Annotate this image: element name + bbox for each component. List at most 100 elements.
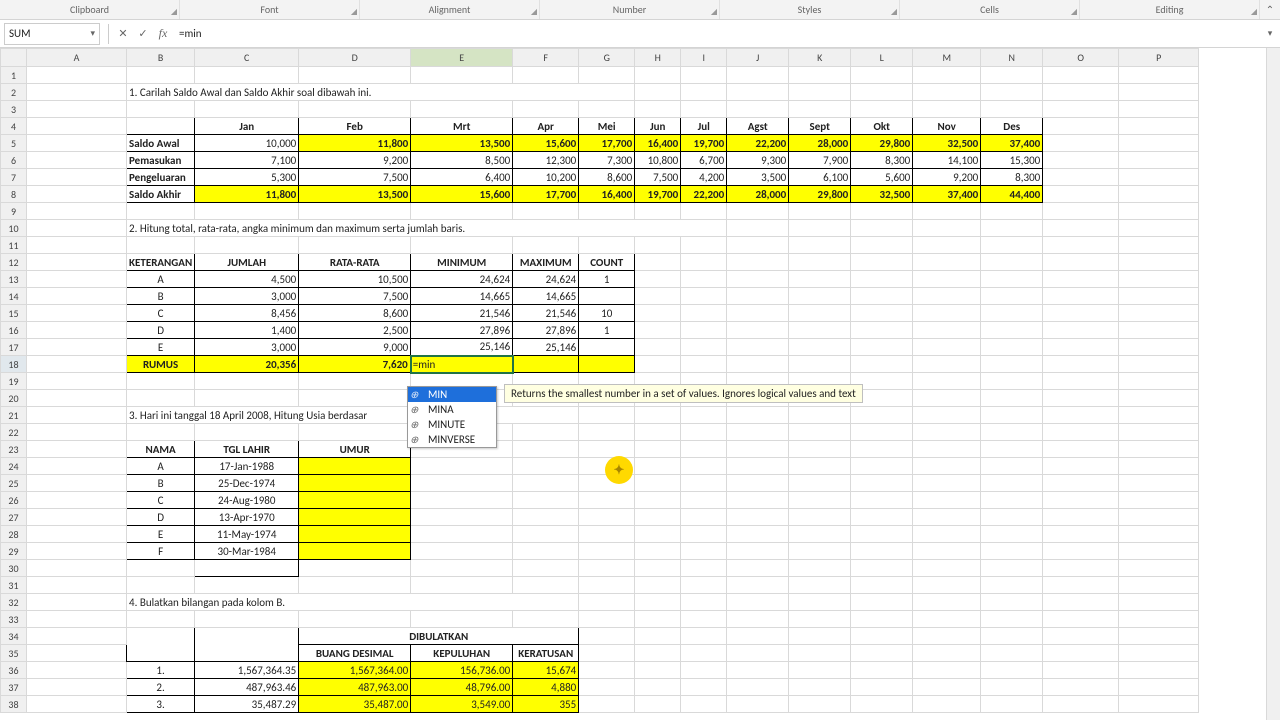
cell-J9[interactable] (727, 203, 789, 220)
cell-C31[interactable] (195, 577, 299, 594)
cell-N2[interactable] (981, 84, 1043, 101)
cell-K26[interactable] (789, 492, 851, 509)
cell-D34[interactable]: DIBULATKAN (299, 628, 579, 645)
worksheet-grid[interactable]: ABCDEFGHIJKLMNOP121. Carilah Saldo Awal … (0, 48, 1280, 720)
row-header[interactable]: 11 (1, 237, 27, 254)
cell-M33[interactable] (913, 611, 981, 628)
cell-L16[interactable] (851, 322, 913, 339)
cell-F23[interactable] (513, 441, 579, 458)
column-header-C[interactable]: C (195, 49, 299, 67)
cell-F35[interactable]: KERATUSAN (513, 645, 579, 662)
row-header[interactable]: 9 (1, 203, 27, 220)
autocomplete-item[interactable]: ⊕MINVERSE (408, 432, 496, 447)
cell-P2[interactable] (1119, 84, 1199, 101)
cell-P36[interactable] (1119, 662, 1199, 679)
cell-E14[interactable]: 14,665 (411, 288, 513, 305)
cell-M21[interactable] (913, 407, 981, 424)
cell-D15[interactable]: 8,600 (299, 305, 411, 322)
cell-M27[interactable] (913, 509, 981, 526)
cell-G34[interactable] (579, 628, 635, 645)
cell-L23[interactable] (851, 441, 913, 458)
cell-L11[interactable] (851, 237, 913, 254)
cell-K23[interactable] (789, 441, 851, 458)
cell-A28[interactable] (27, 526, 127, 543)
cell-N32[interactable] (981, 594, 1043, 611)
cell-N3[interactable] (981, 101, 1043, 118)
cell-G35[interactable] (579, 645, 635, 662)
cell-O31[interactable] (1043, 577, 1119, 594)
cell-H37[interactable] (635, 679, 681, 696)
cell-P7[interactable] (1119, 169, 1199, 186)
cell-A8[interactable] (27, 186, 127, 203)
cell-D5[interactable]: 11,800 (299, 135, 411, 152)
cell-K31[interactable] (789, 577, 851, 594)
cell-A10[interactable] (27, 220, 127, 237)
cell-M25[interactable] (913, 475, 981, 492)
cell-J10[interactable] (727, 220, 789, 237)
cell-P37[interactable] (1119, 679, 1199, 696)
cell-J23[interactable] (727, 441, 789, 458)
cell-H11[interactable] (635, 237, 681, 254)
cell-J37[interactable] (727, 679, 789, 696)
cell-G8[interactable]: 16,400 (579, 186, 635, 203)
cell-K29[interactable] (789, 543, 851, 560)
cell-M34[interactable] (913, 628, 981, 645)
autocomplete-item[interactable]: ⊕MINUTE (408, 417, 496, 432)
row-header[interactable]: 5 (1, 135, 27, 152)
cell-N7[interactable]: 8,300 (981, 169, 1043, 186)
cell-F9[interactable] (513, 203, 579, 220)
cell-J8[interactable]: 28,000 (727, 186, 789, 203)
cell-L6[interactable]: 8,300 (851, 152, 913, 169)
cell-K2[interactable] (789, 84, 851, 101)
cell-B21[interactable]: 3. Hari ini tanggal 18 April 2008, Hitun… (127, 407, 579, 424)
cell-F37[interactable]: 4,880 (513, 679, 579, 696)
cell-B20[interactable] (127, 390, 195, 407)
cell-P24[interactable] (1119, 458, 1199, 475)
cell-G3[interactable] (579, 101, 635, 118)
dialog-launcher-icon[interactable]: ◢ (1071, 7, 1077, 17)
formula-autocomplete[interactable]: ⊕MIN⊕MINA⊕MINUTE⊕MINVERSE (407, 386, 497, 448)
cell-F24[interactable] (513, 458, 579, 475)
cell-D31[interactable] (299, 577, 411, 594)
cell-P4[interactable] (1119, 118, 1199, 135)
cell-E17[interactable]: 25,146 (411, 339, 513, 356)
cell-B29[interactable]: F (127, 543, 195, 560)
cell-H23[interactable] (635, 441, 681, 458)
row-header[interactable]: 34 (1, 628, 27, 645)
cell-I26[interactable] (681, 492, 727, 509)
cell-A7[interactable] (27, 169, 127, 186)
cell-M3[interactable] (913, 101, 981, 118)
cell-A16[interactable] (27, 322, 127, 339)
cell-O9[interactable] (1043, 203, 1119, 220)
cell-O6[interactable] (1043, 152, 1119, 169)
cell-D6[interactable]: 9,200 (299, 152, 411, 169)
cell-F33[interactable] (513, 611, 579, 628)
row-header[interactable]: 14 (1, 288, 27, 305)
cell-P30[interactable] (1119, 560, 1199, 577)
cell-D27[interactable] (299, 509, 411, 526)
cell-L36[interactable] (851, 662, 913, 679)
cell-L12[interactable] (851, 254, 913, 271)
cell-N11[interactable] (981, 237, 1043, 254)
cell-M19[interactable] (913, 373, 981, 390)
cell-A35[interactable] (27, 645, 127, 662)
cell-C38[interactable]: 35,487.29 (195, 696, 299, 713)
cell-A19[interactable] (27, 373, 127, 390)
cell-M30[interactable] (913, 560, 981, 577)
cell-K5[interactable]: 28,000 (789, 135, 851, 152)
cell-H34[interactable] (635, 628, 681, 645)
cell-D1[interactable] (299, 67, 411, 84)
cell-J5[interactable]: 22,200 (727, 135, 789, 152)
row-header[interactable]: 6 (1, 152, 27, 169)
cell-J16[interactable] (727, 322, 789, 339)
cell-F31[interactable] (513, 577, 579, 594)
column-header-A[interactable]: A (27, 49, 127, 67)
cell-I22[interactable] (681, 424, 727, 441)
cell-I16[interactable] (681, 322, 727, 339)
cell-F18[interactable] (513, 356, 579, 373)
cell-M16[interactable] (913, 322, 981, 339)
enter-button[interactable]: ✓ (133, 23, 153, 45)
cell-J7[interactable]: 3,500 (727, 169, 789, 186)
cell-J2[interactable] (727, 84, 789, 101)
cell-H31[interactable] (635, 577, 681, 594)
